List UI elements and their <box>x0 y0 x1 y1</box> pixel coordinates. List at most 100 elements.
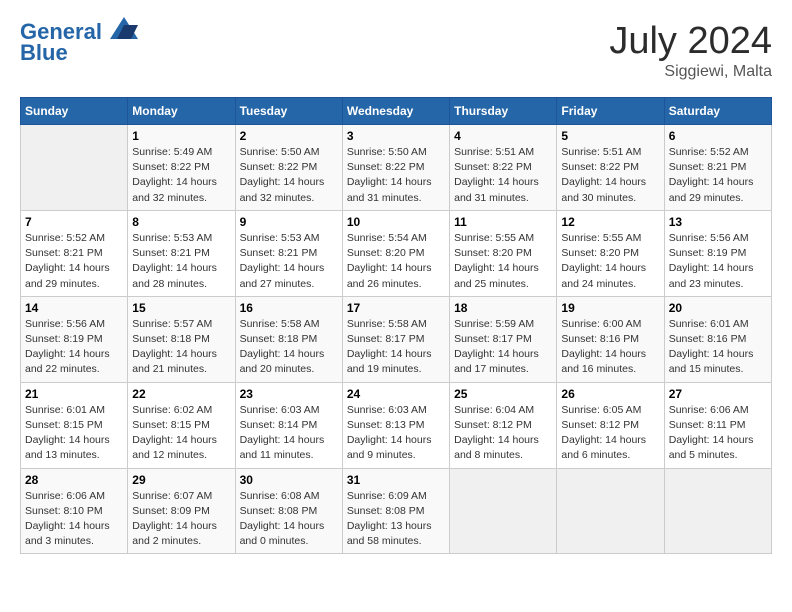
day-number: 21 <box>25 387 123 401</box>
calendar-cell <box>664 468 771 554</box>
day-number: 26 <box>561 387 659 401</box>
day-number: 22 <box>132 387 230 401</box>
calendar-cell: 7Sunrise: 5:52 AM Sunset: 8:21 PM Daylig… <box>21 210 128 296</box>
calendar-cell <box>450 468 557 554</box>
calendar-cell: 20Sunrise: 6:01 AM Sunset: 8:16 PM Dayli… <box>664 296 771 382</box>
calendar-cell: 27 Sunrise: 6:06 AM Sunset: 8:11 PM Dayli… <box>664 382 771 468</box>
col-header-friday: Friday <box>557 98 664 125</box>
day-info: Sunrise: 5:55 AM Sunset: 8:20 PM Dayligh… <box>454 231 552 292</box>
day-info: Sunrise: 5:52 AM Sunset: 8:21 PM Dayligh… <box>669 145 767 206</box>
col-header-thursday: Thursday <box>450 98 557 125</box>
day-info: Sunrise: 5:53 AM Sunset: 8:21 PM Dayligh… <box>240 231 338 292</box>
column-headers: SundayMondayTuesdayWednesdayThursdayFrid… <box>21 98 772 125</box>
day-number: 13 <box>669 215 767 229</box>
calendar-cell: 4 Sunrise: 5:51 AM Sunset: 8:22 PM Daylig… <box>450 125 557 211</box>
calendar-cell: 5Sunrise: 5:51 AM Sunset: 8:22 PM Daylig… <box>557 125 664 211</box>
calendar-week-2: 7Sunrise: 5:52 AM Sunset: 8:21 PM Daylig… <box>21 210 772 296</box>
calendar-cell: 28 Sunrise: 6:06 AM Sunset: 8:10 PM Dayli… <box>21 468 128 554</box>
day-number: 1 <box>132 129 230 143</box>
calendar-cell: 29 Sunrise: 6:07 AM Sunset: 8:09 PM Dayli… <box>128 468 235 554</box>
calendar-cell: 13 Sunrise: 5:56 AM Sunset: 8:19 PM Dayli… <box>664 210 771 296</box>
day-number: 6 <box>669 129 767 143</box>
calendar-cell: 22 Sunrise: 6:02 AM Sunset: 8:15 PM Dayli… <box>128 382 235 468</box>
calendar-cell: 8 Sunrise: 5:53 AM Sunset: 8:21 PM Daylig… <box>128 210 235 296</box>
logo-icon <box>110 17 138 39</box>
page-header: General Blue July 2024 Siggiewi, Malta <box>20 20 772 81</box>
calendar-week-3: 14 Sunrise: 5:56 AM Sunset: 8:19 PM Dayli… <box>21 296 772 382</box>
calendar-cell <box>557 468 664 554</box>
day-info: Sunrise: 5:56 AM Sunset: 8:19 PM Dayligh… <box>25 317 123 378</box>
day-info: Sunrise: 5:56 AM Sunset: 8:19 PM Dayligh… <box>669 231 767 292</box>
day-info: Sunrise: 5:50 AM Sunset: 8:22 PM Dayligh… <box>240 145 338 206</box>
col-header-tuesday: Tuesday <box>235 98 342 125</box>
day-info: Sunrise: 5:54 AM Sunset: 8:20 PM Dayligh… <box>347 231 445 292</box>
day-number: 28 <box>25 473 123 487</box>
calendar-cell: 26 Sunrise: 6:05 AM Sunset: 8:12 PM Dayli… <box>557 382 664 468</box>
day-number: 27 <box>669 387 767 401</box>
calendar-cell: 15 Sunrise: 5:57 AM Sunset: 8:18 PM Dayli… <box>128 296 235 382</box>
day-info: Sunrise: 6:01 AM Sunset: 8:15 PM Dayligh… <box>25 403 123 464</box>
day-info: Sunrise: 6:06 AM Sunset: 8:10 PM Dayligh… <box>25 489 123 550</box>
calendar-week-1: 1Sunrise: 5:49 AM Sunset: 8:22 PM Daylig… <box>21 125 772 211</box>
col-header-sunday: Sunday <box>21 98 128 125</box>
day-info: Sunrise: 5:51 AM Sunset: 8:22 PM Dayligh… <box>454 145 552 206</box>
day-number: 5 <box>561 129 659 143</box>
logo: General Blue <box>20 20 138 66</box>
day-number: 3 <box>347 129 445 143</box>
day-number: 19 <box>561 301 659 315</box>
calendar-cell: 10 Sunrise: 5:54 AM Sunset: 8:20 PM Dayli… <box>342 210 449 296</box>
day-number: 15 <box>132 301 230 315</box>
calendar-cell: 9 Sunrise: 5:53 AM Sunset: 8:21 PM Daylig… <box>235 210 342 296</box>
calendar-cell: 30 Sunrise: 6:08 AM Sunset: 8:08 PM Dayli… <box>235 468 342 554</box>
day-number: 12 <box>561 215 659 229</box>
calendar-cell: 2Sunrise: 5:50 AM Sunset: 8:22 PM Daylig… <box>235 125 342 211</box>
day-number: 24 <box>347 387 445 401</box>
calendar-cell: 19 Sunrise: 6:00 AM Sunset: 8:16 PM Dayli… <box>557 296 664 382</box>
day-info: Sunrise: 5:53 AM Sunset: 8:21 PM Dayligh… <box>132 231 230 292</box>
calendar-cell: 11 Sunrise: 5:55 AM Sunset: 8:20 PM Dayli… <box>450 210 557 296</box>
day-number: 30 <box>240 473 338 487</box>
calendar-cell: 24Sunrise: 6:03 AM Sunset: 8:13 PM Dayli… <box>342 382 449 468</box>
day-info: Sunrise: 6:06 AM Sunset: 8:11 PM Dayligh… <box>669 403 767 464</box>
day-info: Sunrise: 5:59 AM Sunset: 8:17 PM Dayligh… <box>454 317 552 378</box>
day-number: 4 <box>454 129 552 143</box>
calendar-cell: 21 Sunrise: 6:01 AM Sunset: 8:15 PM Dayli… <box>21 382 128 468</box>
day-info: Sunrise: 6:09 AM Sunset: 8:08 PM Dayligh… <box>347 489 445 550</box>
day-info: Sunrise: 5:52 AM Sunset: 8:21 PM Dayligh… <box>25 231 123 292</box>
calendar-cell: 12 Sunrise: 5:55 AM Sunset: 8:20 PM Dayli… <box>557 210 664 296</box>
calendar-cell: 3Sunrise: 5:50 AM Sunset: 8:22 PM Daylig… <box>342 125 449 211</box>
day-number: 17 <box>347 301 445 315</box>
day-info: Sunrise: 5:58 AM Sunset: 8:18 PM Dayligh… <box>240 317 338 378</box>
day-info: Sunrise: 6:01 AM Sunset: 8:16 PM Dayligh… <box>669 317 767 378</box>
day-info: Sunrise: 6:04 AM Sunset: 8:12 PM Dayligh… <box>454 403 552 464</box>
day-info: Sunrise: 6:05 AM Sunset: 8:12 PM Dayligh… <box>561 403 659 464</box>
day-number: 23 <box>240 387 338 401</box>
day-number: 11 <box>454 215 552 229</box>
calendar-cell: 6 Sunrise: 5:52 AM Sunset: 8:21 PM Daylig… <box>664 125 771 211</box>
month-title: July 2024 <box>609 20 772 63</box>
day-info: Sunrise: 6:00 AM Sunset: 8:16 PM Dayligh… <box>561 317 659 378</box>
calendar-cell: 31Sunrise: 6:09 AM Sunset: 8:08 PM Dayli… <box>342 468 449 554</box>
day-number: 29 <box>132 473 230 487</box>
day-info: Sunrise: 6:08 AM Sunset: 8:08 PM Dayligh… <box>240 489 338 550</box>
calendar-cell: 25Sunrise: 6:04 AM Sunset: 8:12 PM Dayli… <box>450 382 557 468</box>
day-info: Sunrise: 5:57 AM Sunset: 8:18 PM Dayligh… <box>132 317 230 378</box>
day-number: 10 <box>347 215 445 229</box>
day-info: Sunrise: 5:58 AM Sunset: 8:17 PM Dayligh… <box>347 317 445 378</box>
day-info: Sunrise: 6:07 AM Sunset: 8:09 PM Dayligh… <box>132 489 230 550</box>
day-info: Sunrise: 6:03 AM Sunset: 8:14 PM Dayligh… <box>240 403 338 464</box>
day-number: 18 <box>454 301 552 315</box>
location-title: Siggiewi, Malta <box>609 63 772 81</box>
title-block: July 2024 Siggiewi, Malta <box>609 20 772 81</box>
day-number: 8 <box>132 215 230 229</box>
calendar-cell: 1Sunrise: 5:49 AM Sunset: 8:22 PM Daylig… <box>128 125 235 211</box>
calendar-table: SundayMondayTuesdayWednesdayThursdayFrid… <box>20 97 772 554</box>
calendar-cell <box>21 125 128 211</box>
col-header-wednesday: Wednesday <box>342 98 449 125</box>
day-info: Sunrise: 6:02 AM Sunset: 8:15 PM Dayligh… <box>132 403 230 464</box>
day-number: 14 <box>25 301 123 315</box>
day-info: Sunrise: 5:55 AM Sunset: 8:20 PM Dayligh… <box>561 231 659 292</box>
day-number: 9 <box>240 215 338 229</box>
calendar-cell: 17 Sunrise: 5:58 AM Sunset: 8:17 PM Dayli… <box>342 296 449 382</box>
calendar-cell: 18 Sunrise: 5:59 AM Sunset: 8:17 PM Dayli… <box>450 296 557 382</box>
